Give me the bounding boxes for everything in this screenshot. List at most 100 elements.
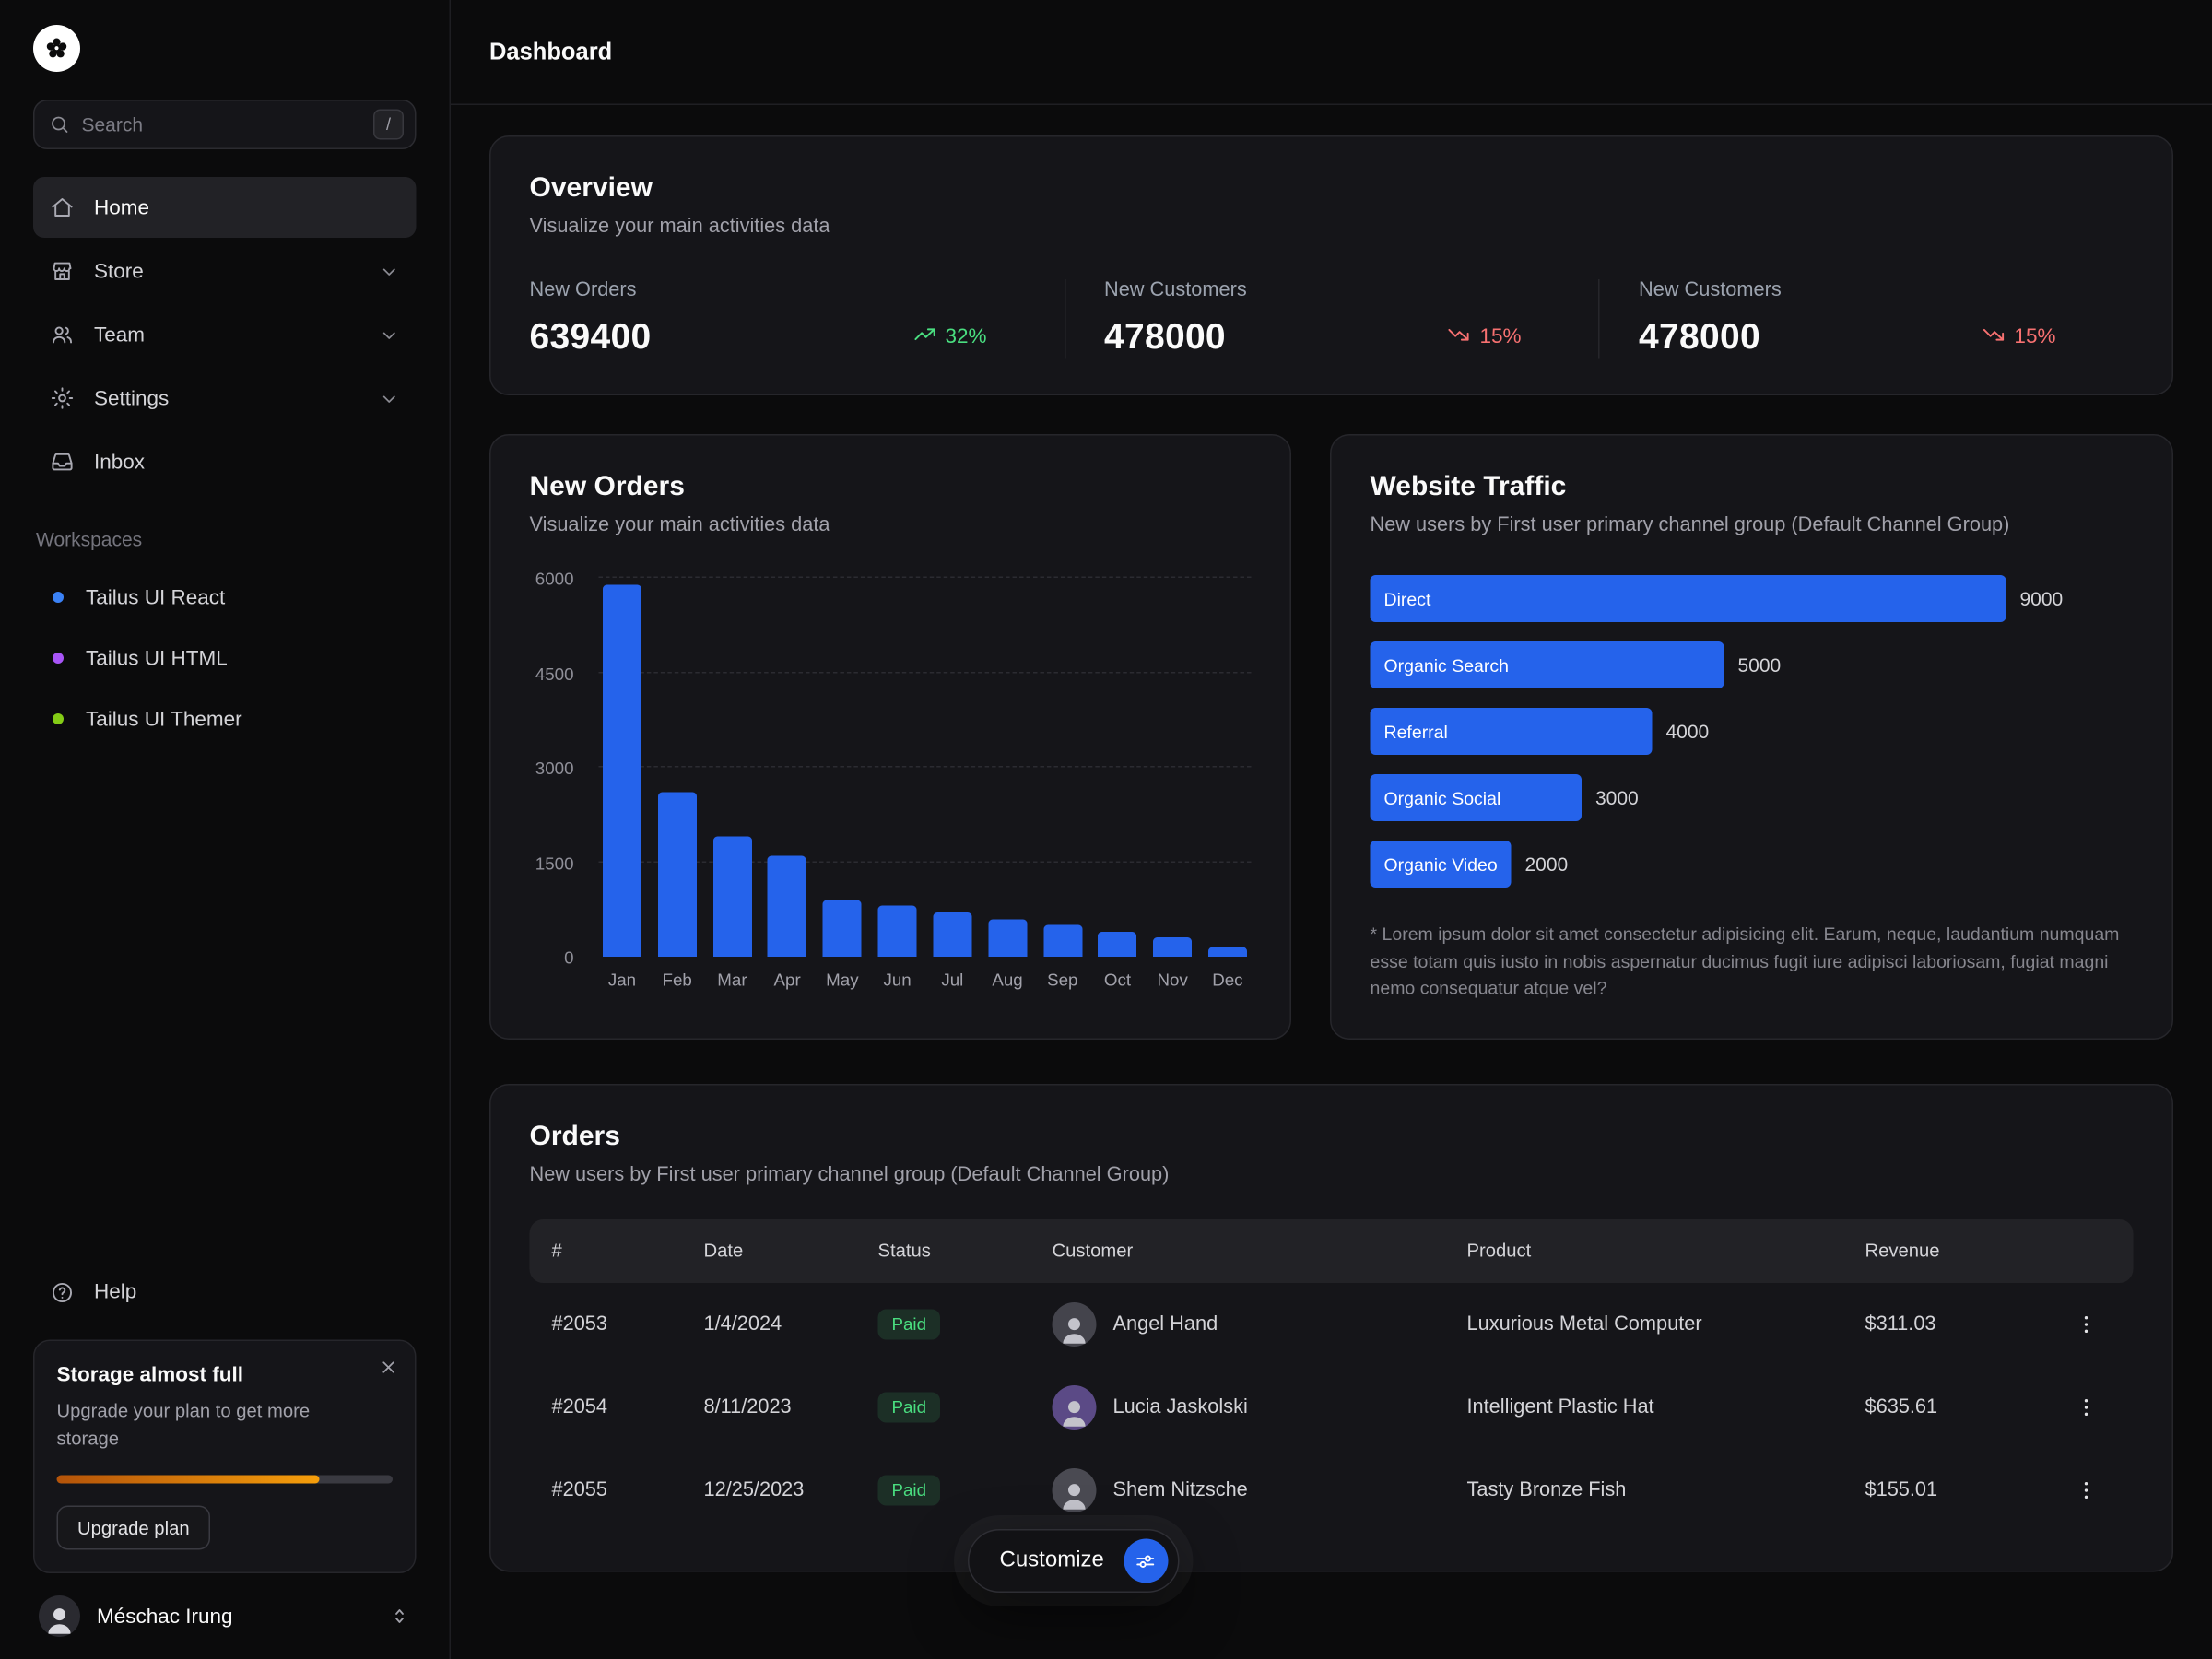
customize-button[interactable]: Customize xyxy=(968,1529,1179,1593)
traffic-footnote: * Lorem ipsum dolor sit amet consectetur… xyxy=(1371,921,2134,1002)
user-avatar xyxy=(39,1595,80,1637)
workspaces-label: Workspaces xyxy=(33,528,417,550)
traffic-bar-row: Organic Social 3000 xyxy=(1371,774,2134,821)
workspace-item[interactable]: Tailus UI React xyxy=(33,567,417,628)
sidebar-item-home[interactable]: Home xyxy=(33,177,417,238)
website-traffic-card: Website Traffic New users by First user … xyxy=(1330,434,2173,1039)
traffic-bar: Organic Social xyxy=(1371,774,1583,821)
orders-subtitle: New users by First user primary channel … xyxy=(530,1163,2134,1185)
charts-row: New Orders Visualize your main activitie… xyxy=(489,434,2173,1039)
order-date: 8/11/2023 xyxy=(704,1395,878,1418)
overview-card: Overview Visualize your main activities … xyxy=(489,135,2173,395)
nav-item-label: Team xyxy=(94,323,145,347)
bar xyxy=(1043,925,1082,958)
bar-month-label: Apr xyxy=(774,971,801,990)
column-header: Status xyxy=(878,1241,1053,1262)
y-axis-tick-label: 4500 xyxy=(535,665,574,684)
table-row[interactable]: #2053 1/4/2024 Paid Angel Hand Luxurious… xyxy=(530,1282,2134,1365)
team-icon xyxy=(50,323,75,347)
order-product: Luxurious Metal Computer xyxy=(1467,1312,1865,1335)
sidebar: / Home Store Team Settings Inbox Worksp xyxy=(0,0,451,1659)
nav-item-label: Inbox xyxy=(94,450,145,474)
trend-down-icon xyxy=(1446,322,1471,352)
workspace-label: Tailus UI HTML xyxy=(86,646,228,670)
traffic-bar-label: Referral xyxy=(1384,721,1448,742)
new-orders-chart-title: New Orders xyxy=(530,472,1252,504)
table-row[interactable]: #2055 12/25/2023 Paid Shem Nitzsche Tast… xyxy=(530,1448,2134,1531)
nav-item-label: Store xyxy=(94,259,144,283)
bar-month-label: Mar xyxy=(717,971,747,990)
bar-month-label: Jul xyxy=(941,971,963,990)
workspace-item[interactable]: Tailus UI HTML xyxy=(33,628,417,688)
traffic-bar-row: Direct 9000 xyxy=(1371,575,2134,622)
bar-month-label: Dec xyxy=(1212,971,1242,990)
bar-column: Feb xyxy=(656,578,698,957)
page-title: Dashboard xyxy=(489,38,612,65)
column-header: Revenue xyxy=(1865,1241,2062,1262)
app-logo-icon[interactable] xyxy=(33,25,80,72)
row-menu-button[interactable] xyxy=(2062,1477,2112,1502)
row-menu-button[interactable] xyxy=(2062,1312,2112,1336)
y-axis-tick-label: 6000 xyxy=(535,570,574,589)
stat-delta: 15% xyxy=(1446,322,1521,352)
sliders-icon xyxy=(1124,1539,1168,1583)
app-root: / Home Store Team Settings Inbox Worksp xyxy=(0,0,2212,1659)
inbox-icon xyxy=(50,450,75,475)
order-revenue: $635.61 xyxy=(1865,1395,2062,1418)
bar xyxy=(1153,937,1192,957)
workspace-color-dot xyxy=(53,592,64,603)
traffic-bar-row: Organic Video 2000 xyxy=(1371,841,2134,888)
bar-month-label: May xyxy=(826,971,858,990)
column-header: Product xyxy=(1467,1241,1865,1262)
sidebar-spacer xyxy=(33,749,417,1265)
close-icon[interactable] xyxy=(379,1357,398,1381)
overview-stats: New Orders 639400 32% New Customers 4780… xyxy=(530,279,2134,359)
sidebar-item-team[interactable]: Team xyxy=(33,304,417,365)
table-row[interactable]: #2054 8/11/2023 Paid Lucia Jaskolski Int… xyxy=(530,1365,2134,1448)
stat-value: 639400 xyxy=(530,315,652,359)
bar-column: Dec xyxy=(1206,578,1248,957)
order-id: #2055 xyxy=(552,1478,704,1500)
order-id: #2053 xyxy=(552,1312,704,1335)
main-area: Dashboard Overview Visualize your main a… xyxy=(451,0,2212,1659)
storage-card-body: Upgrade your plan to get more storage xyxy=(57,1397,369,1453)
column-header: Date xyxy=(704,1241,878,1262)
sidebar-item-settings[interactable]: Settings xyxy=(33,368,417,429)
order-product: Tasty Bronze Fish xyxy=(1467,1478,1865,1500)
sidebar-item-inbox[interactable]: Inbox xyxy=(33,431,417,492)
workspace-item[interactable]: Tailus UI Themer xyxy=(33,688,417,749)
bar-column: Oct xyxy=(1097,578,1138,957)
bar xyxy=(933,912,971,957)
website-traffic-subtitle: New users by First user primary channel … xyxy=(1371,514,2134,536)
page-header: Dashboard xyxy=(451,0,2212,105)
overview-title: Overview xyxy=(530,173,2134,206)
column-header: Customer xyxy=(1053,1241,1467,1262)
row-menu-button[interactable] xyxy=(2062,1394,2112,1419)
bar-month-label: Jan xyxy=(608,971,636,990)
traffic-bar-row: Referral 4000 xyxy=(1371,708,2134,755)
traffic-bar-value: 4000 xyxy=(1666,721,1710,743)
sidebar-item-help[interactable]: Help xyxy=(33,1265,417,1320)
bar-column: Jul xyxy=(932,578,973,957)
nav-item-label: Settings xyxy=(94,386,169,410)
workspace-label: Tailus UI React xyxy=(86,585,225,609)
y-axis-tick-label: 1500 xyxy=(535,853,574,873)
chevron-up-down-icon xyxy=(389,1606,411,1628)
settings-icon xyxy=(50,386,75,411)
storage-progress-fill xyxy=(57,1476,319,1484)
traffic-bar: Direct xyxy=(1371,575,2006,622)
bar-column: Jun xyxy=(877,578,918,957)
bar-column: Sep xyxy=(1041,578,1083,957)
user-menu[interactable]: Méschac Irung xyxy=(33,1595,417,1637)
status-badge: Paid xyxy=(878,1392,941,1422)
stat-delta: 15% xyxy=(1981,322,2055,352)
bar-column: Nov xyxy=(1152,578,1194,957)
customer-avatar xyxy=(1053,1384,1097,1429)
upgrade-plan-button[interactable]: Upgrade plan xyxy=(57,1506,211,1550)
bar-month-label: Sep xyxy=(1047,971,1077,990)
search-input[interactable] xyxy=(82,113,363,135)
sidebar-item-store[interactable]: Store xyxy=(33,241,417,301)
new-orders-chart-card: New Orders Visualize your main activitie… xyxy=(489,434,1291,1039)
traffic-bar-label: Direct xyxy=(1384,588,1431,609)
sidebar-nav: Home Store Team Settings Inbox xyxy=(33,177,417,492)
